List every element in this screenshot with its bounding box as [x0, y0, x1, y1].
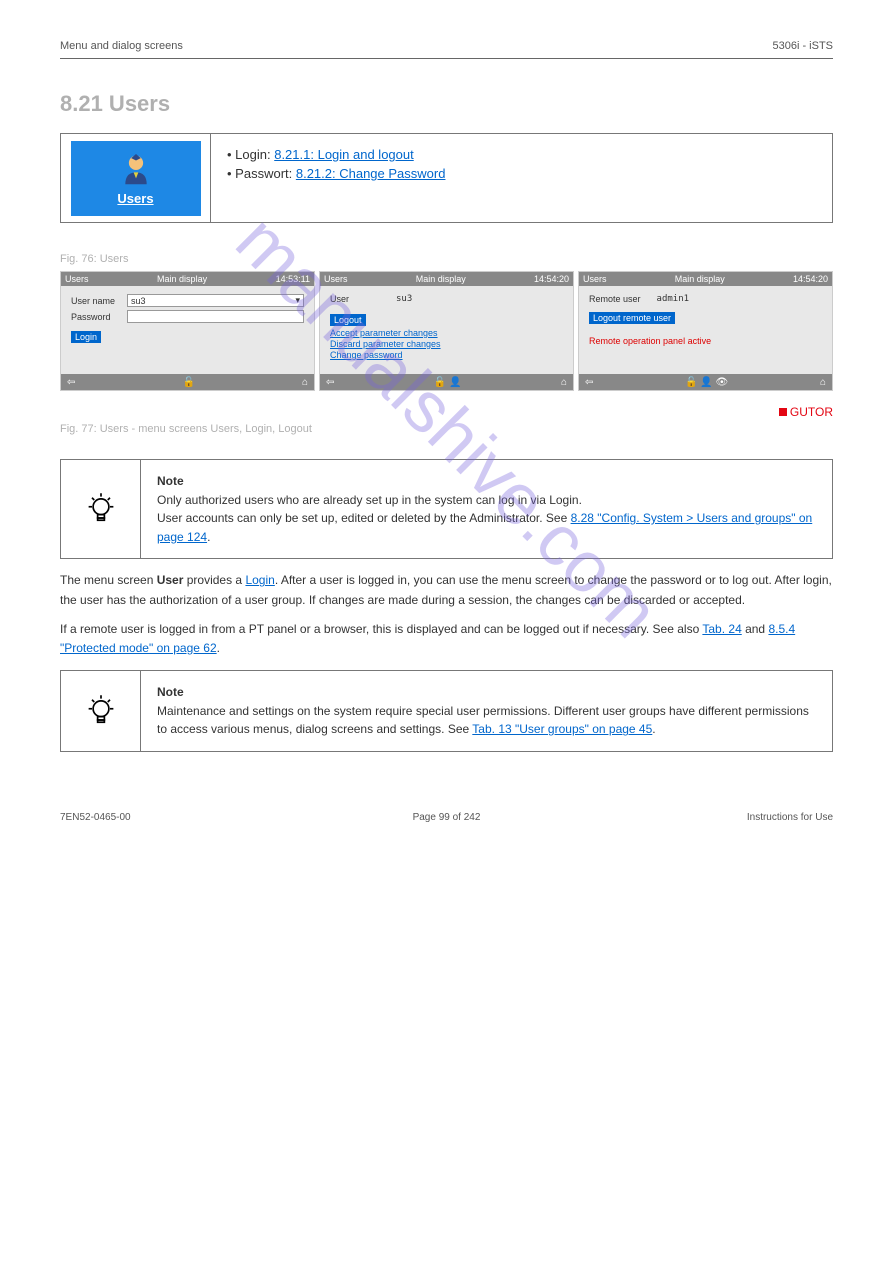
shot2-hdr-right: 14:54:20 [534, 274, 569, 284]
shot2-hdr-left: Users [324, 274, 348, 284]
shot2-logout-button[interactable]: Logout [330, 314, 366, 326]
p2c: . [217, 641, 220, 655]
shot1-user-dropdown[interactable]: su3 ▾ [127, 294, 304, 307]
page-header: Menu and dialog screens 5306i - iSTS [60, 40, 833, 52]
back-icon[interactable]: ⇦ [67, 377, 75, 388]
page-footer: 7EN52-0465-00 Page 99 of 242 Instruction… [60, 812, 833, 823]
footer-left: 7EN52-0465-00 [60, 812, 318, 823]
section-title: 8.21 Users [60, 91, 833, 117]
lightbulb-icon [83, 491, 119, 527]
brand-logo: GUTOR [60, 405, 833, 419]
shot1-user-label: User name [71, 296, 121, 306]
logo-square-icon [779, 408, 787, 416]
shot1-user-value: su3 [131, 296, 146, 306]
header-right: 5306i - iSTS [772, 40, 833, 52]
note1-p2a: User accounts can only be set up, edited… [157, 511, 571, 525]
shot1-pass-input[interactable] [127, 310, 304, 323]
shot3-hdr-right: 14:54:20 [793, 274, 828, 284]
shot3-remote-value: admin1 [657, 294, 690, 304]
users-overview-box: Users Login: 8.21.1: Login and logout Pa… [60, 133, 833, 223]
lightbulb-icon [83, 693, 119, 729]
bullet-login: Login: 8.21.1: Login and logout [227, 146, 816, 165]
screenshot-logout: Users Main display 14:54:20 User su3 Log… [319, 271, 574, 391]
fig-caption-76: Fig. 76: Users [60, 253, 833, 265]
shot1-hdr-right: 14:53:11 [276, 274, 310, 284]
note1-p2: User accounts can only be set up, edited… [157, 509, 816, 546]
lock-user-icon: 🔓 👤 [434, 377, 462, 388]
home-icon[interactable]: ⌂ [302, 377, 308, 388]
shot3-warning: Remote operation panel active [589, 336, 822, 346]
body-para-1: The menu screen User provides a Login. A… [60, 571, 833, 609]
bullet-login-prefix: Login: [235, 147, 274, 162]
header-left: Menu and dialog screens [60, 40, 183, 52]
eye-off-icon: 🔓 👤 👁 [685, 377, 728, 388]
note-box-permissions: Note Maintenance and settings on the sys… [60, 670, 833, 752]
user-icon [117, 151, 155, 189]
back-icon[interactable]: ⇦ [326, 377, 334, 388]
link-change-password[interactable]: 8.21.2: Change Password [296, 166, 446, 181]
link-tab24[interactable]: Tab. 24 [702, 622, 741, 636]
brand-name: GUTOR [790, 405, 833, 419]
p2a: If a remote user is logged in from a PT … [60, 622, 702, 636]
shot3-hdr-left: Users [583, 274, 607, 284]
shot1-hdr-mid: Main display [157, 274, 207, 284]
users-tile-label: Users [117, 191, 153, 206]
shot1-login-button[interactable]: Login [71, 331, 101, 343]
p2b: and [742, 622, 769, 636]
shot3-hdr-mid: Main display [675, 274, 725, 284]
p1c: provides a [183, 573, 245, 587]
footer-right: Instructions for Use [575, 812, 833, 823]
note2-title: Note [157, 685, 184, 699]
note-box-auth: Note Only authorized users who are alrea… [60, 459, 833, 559]
shot2-discard-link[interactable]: Discard parameter changes [330, 339, 563, 349]
p1b: User [157, 573, 184, 587]
n2p1b: . [652, 722, 655, 736]
shot2-user-label: User [330, 294, 380, 304]
screenshot-remote: Users Main display 14:54:20 Remote user … [578, 271, 833, 391]
home-icon[interactable]: ⌂ [561, 377, 567, 388]
p1a: The menu screen [60, 573, 157, 587]
link-login-logout[interactable]: 8.21.1: Login and logout [274, 147, 414, 162]
chevron-down-icon: ▾ [295, 295, 300, 306]
bullet-password-prefix: Passwort: [235, 166, 296, 181]
fig-caption-77: Fig. 77: Users - menu screens Users, Log… [60, 423, 833, 435]
shot3-logout-remote-button[interactable]: Logout remote user [589, 312, 675, 324]
users-tile[interactable]: Users [71, 141, 201, 216]
note1-title: Note [157, 474, 184, 488]
shot2-accept-link[interactable]: Accept parameter changes [330, 328, 563, 338]
shot1-hdr-left: Users [65, 274, 89, 284]
back-icon[interactable]: ⇦ [585, 377, 593, 388]
shot1-pass-label: Password [71, 312, 121, 322]
shot2-changepw-link[interactable]: Change password [330, 350, 563, 360]
home-icon[interactable]: ⌂ [820, 377, 826, 388]
link-login-inline[interactable]: Login [245, 573, 274, 587]
note1-p2b: . [207, 530, 210, 544]
overview-bullet-list: Login: 8.21.1: Login and logout Passwort… [227, 146, 816, 184]
header-rule [60, 58, 833, 59]
link-tab13[interactable]: Tab. 13 "User groups" on page 45 [472, 722, 652, 736]
note2-p1: Maintenance and settings on the system r… [157, 702, 816, 739]
shot2-user-value: su3 [396, 294, 412, 304]
lock-icon: 🔓 [182, 377, 194, 388]
screenshot-login: Users Main display 14:53:11 User name su… [60, 271, 315, 391]
screenshot-row: Users Main display 14:53:11 User name su… [60, 271, 833, 391]
shot3-remote-label: Remote user [589, 294, 641, 304]
footer-center: Page 99 of 242 [318, 812, 576, 823]
shot2-hdr-mid: Main display [416, 274, 466, 284]
note1-p1: Only authorized users who are already se… [157, 491, 816, 510]
body-para-2: If a remote user is logged in from a PT … [60, 620, 833, 658]
bullet-password: Passwort: 8.21.2: Change Password [227, 165, 816, 184]
